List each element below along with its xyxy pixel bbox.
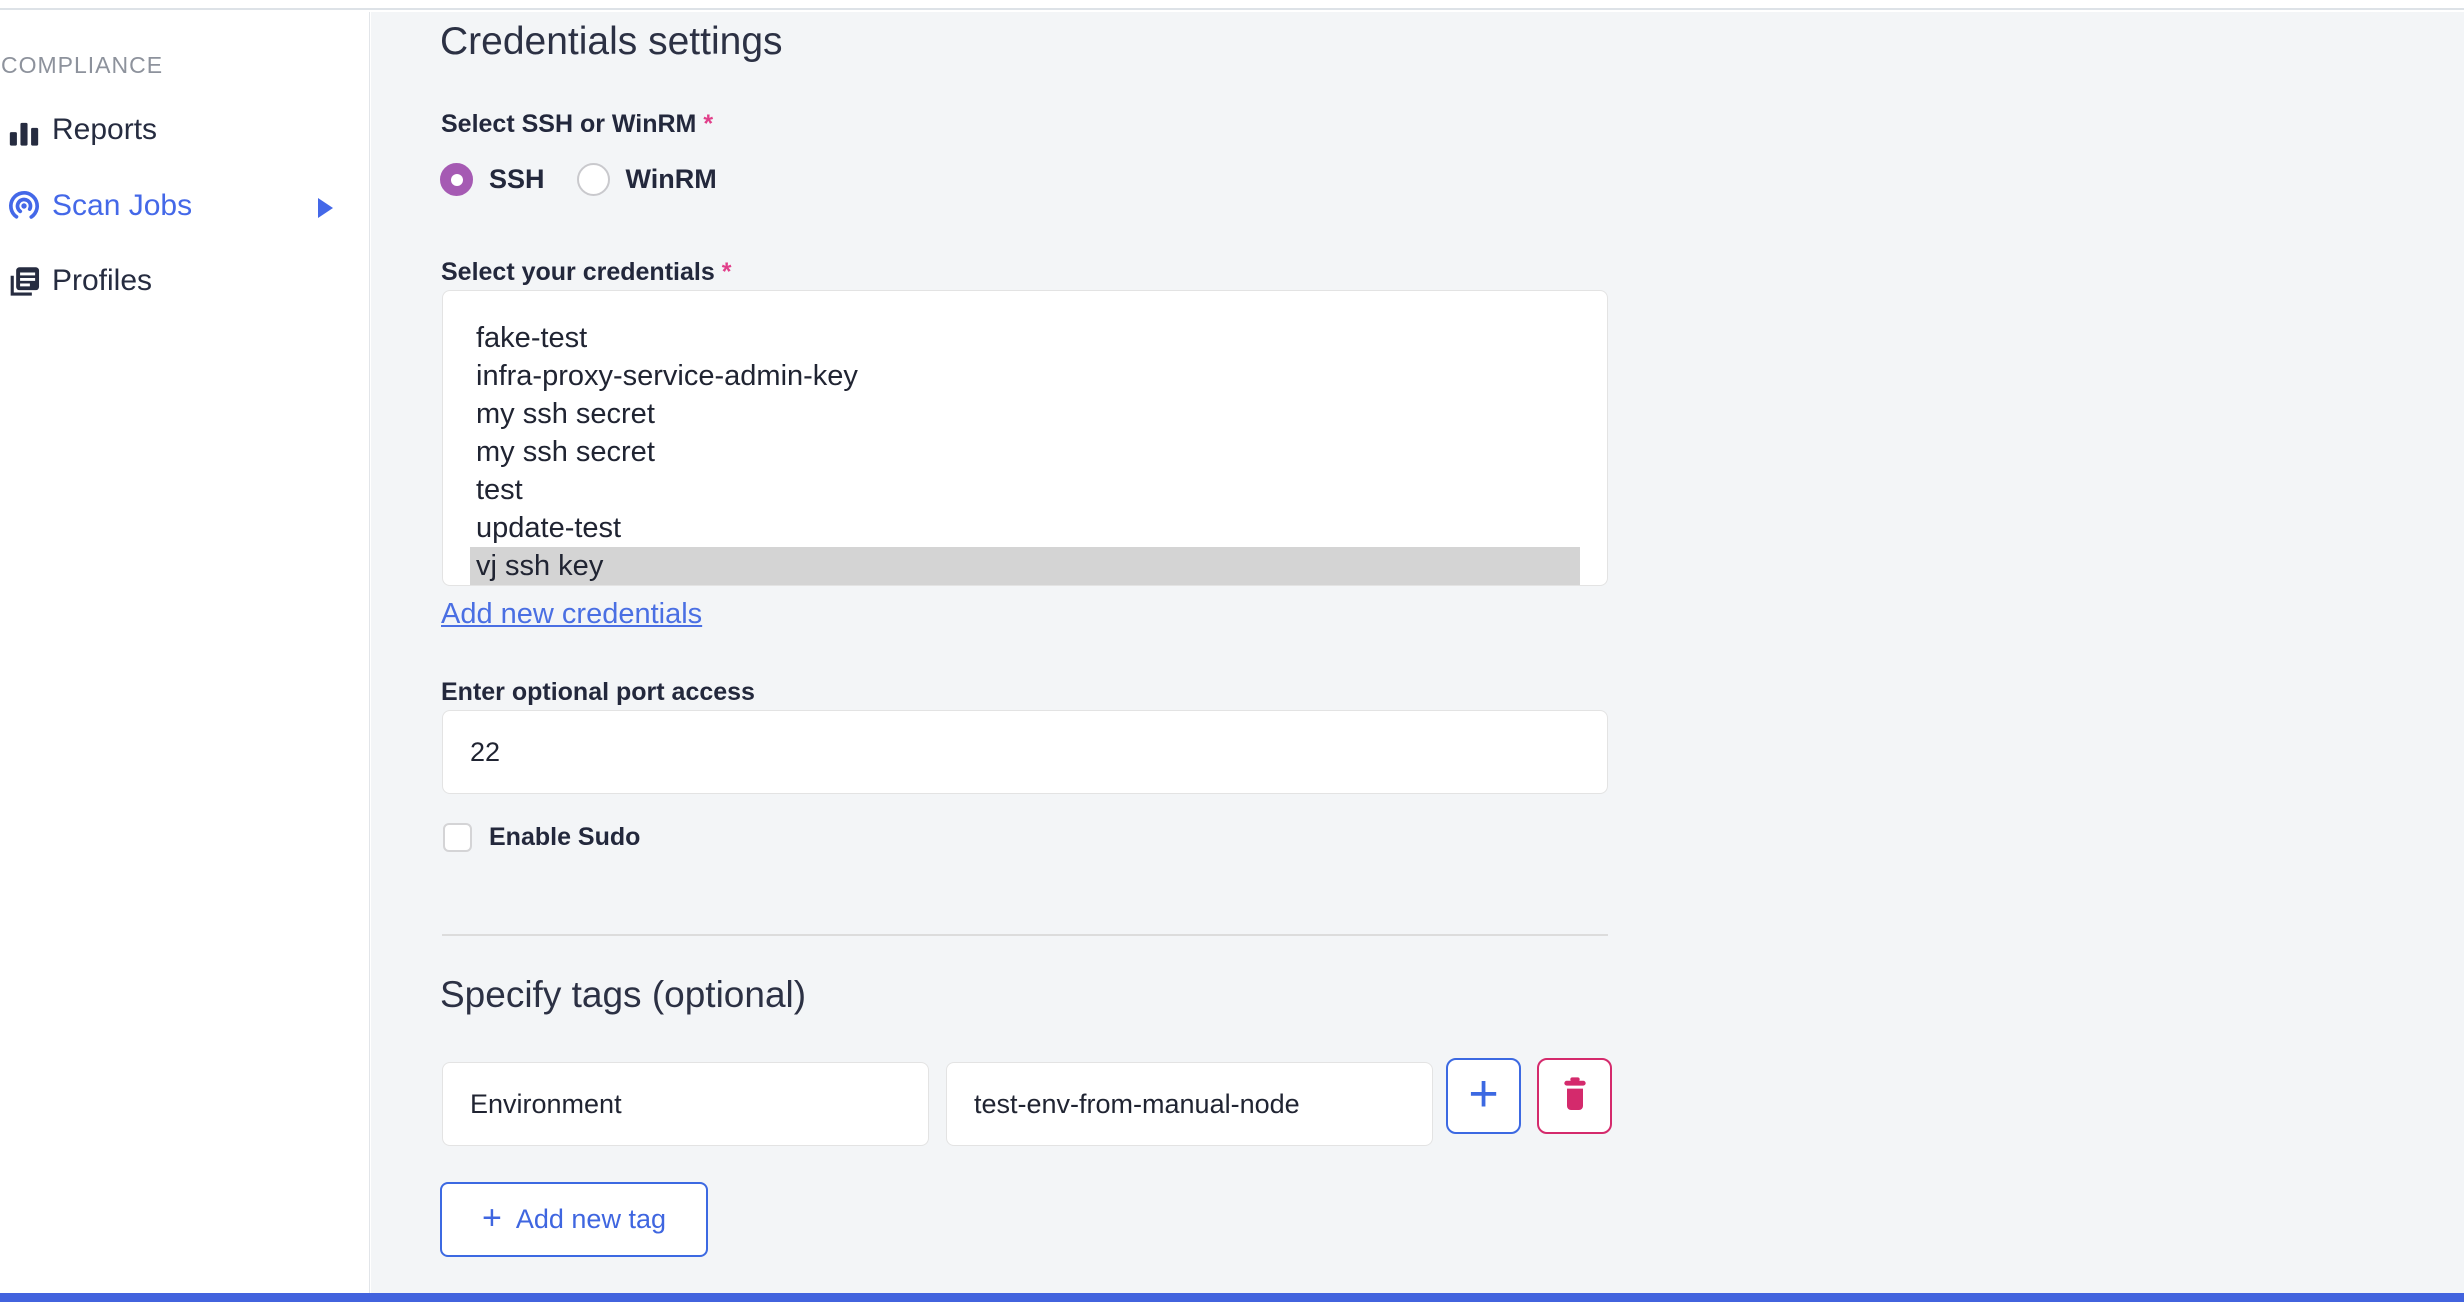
plus-icon: + <box>1468 1065 1499 1123</box>
radio-ssh-label: SSH <box>489 164 545 194</box>
tag-key-input[interactable]: Environment <box>442 1062 929 1146</box>
credentials-listbox[interactable]: fake-test infra-proxy-service-admin-key … <box>442 290 1608 586</box>
delete-tag-row-button[interactable] <box>1537 1058 1612 1134</box>
required-asterisk: * <box>703 110 714 138</box>
main-content: Credentials settings Select SSH or WinRM… <box>371 12 2464 1293</box>
plus-icon: + <box>482 1198 502 1237</box>
radio-winrm-label: WinRM <box>625 164 717 194</box>
sidebar-item-reports[interactable]: Reports <box>6 108 362 152</box>
protocol-field-label: Select SSH or WinRM * <box>441 110 714 138</box>
checkbox-unchecked-icon[interactable] <box>443 823 472 852</box>
scan-target-icon <box>6 188 42 224</box>
tag-key-value: Environment <box>470 1088 622 1119</box>
sidebar-item-label: Reports <box>52 113 158 146</box>
port-input[interactable]: 22 <box>442 710 1608 794</box>
add-new-tag-label: Add new tag <box>515 1204 666 1234</box>
sidebar-item-profiles[interactable]: Profiles <box>6 259 362 303</box>
documents-icon <box>6 263 42 299</box>
add-new-credentials-link[interactable]: Add new credentials <box>441 598 702 631</box>
credentials-option[interactable]: my ssh secret <box>470 433 1580 471</box>
trash-icon <box>1559 1076 1591 1117</box>
credentials-option[interactable]: fake-test <box>470 319 1580 357</box>
credentials-option[interactable]: my ssh secret <box>470 395 1580 433</box>
bottom-progress-bar <box>0 1293 2464 1302</box>
credentials-option[interactable]: update-test <box>470 509 1580 547</box>
radio-unselected-icon <box>576 163 610 196</box>
tag-value-value: test-env-from-manual-node <box>974 1088 1300 1119</box>
section-divider <box>442 934 1608 936</box>
credentials-field-label: Select your credentials * <box>441 258 732 286</box>
page-title: Credentials settings <box>440 20 783 63</box>
enable-sudo-label: Enable Sudo <box>489 823 641 851</box>
radio-selected-icon <box>440 163 473 196</box>
submenu-arrow-icon <box>318 198 333 218</box>
top-header-strip <box>0 0 2464 10</box>
sidebar-item-scan-jobs[interactable]: Scan Jobs <box>6 184 362 228</box>
add-new-tag-button[interactable]: + Add new tag <box>440 1182 708 1257</box>
bar-chart-icon <box>6 112 42 148</box>
tags-section-title: Specify tags (optional) <box>440 974 807 1015</box>
port-field-label: Enter optional port access <box>441 678 755 706</box>
radio-ssh[interactable]: SSH <box>440 163 545 196</box>
sidebar: COMPLIANCE Reports Scan Jobs Profiles <box>0 12 370 1293</box>
sidebar-section-label: COMPLIANCE <box>1 52 164 78</box>
credentials-option[interactable]: infra-proxy-service-admin-key <box>470 357 1580 395</box>
enable-sudo-checkbox-row[interactable]: Enable Sudo <box>443 823 640 852</box>
app-screen: COMPLIANCE Reports Scan Jobs Profiles Cr… <box>0 0 2464 1302</box>
tag-value-input[interactable]: test-env-from-manual-node <box>946 1062 1433 1146</box>
required-asterisk: * <box>721 258 732 286</box>
protocol-radio-group: SSH WinRM <box>440 163 717 196</box>
radio-winrm[interactable]: WinRM <box>576 163 717 196</box>
add-tag-row-button[interactable]: + <box>1446 1058 1521 1134</box>
credentials-option-selected[interactable]: vj ssh key <box>470 547 1580 585</box>
sidebar-item-label: Profiles <box>52 264 153 297</box>
port-input-value: 22 <box>470 736 501 767</box>
credentials-option[interactable]: test <box>470 471 1580 509</box>
sidebar-item-label: Scan Jobs <box>52 189 193 222</box>
